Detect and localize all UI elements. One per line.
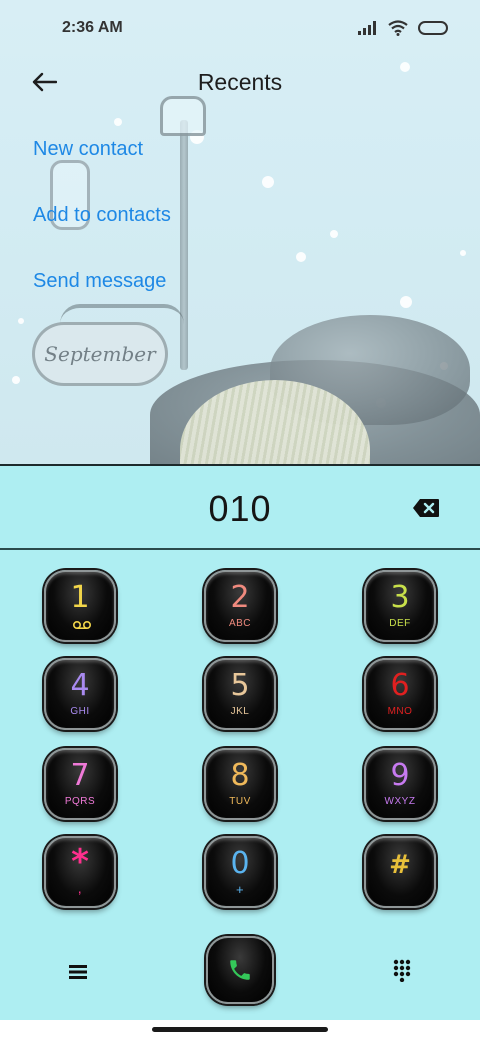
dialed-number[interactable]: 010 <box>0 488 480 530</box>
key-6[interactable]: 6 MNO <box>364 658 436 730</box>
status-bar: 2:36 AM <box>0 0 480 56</box>
send-message-link[interactable]: Send message <box>33 264 171 330</box>
key-8[interactable]: 8 TUV <box>204 748 276 820</box>
key-letters: DEF <box>389 618 411 629</box>
key-digit: 6 <box>390 668 410 703</box>
page-title: Recents <box>197 68 283 95</box>
key-digit: 4 <box>70 668 90 703</box>
key-digit: * <box>71 842 89 882</box>
key-digit: 3 <box>390 580 410 615</box>
phone-icon <box>230 960 250 980</box>
key-letters: ABC <box>228 618 252 629</box>
key-digit: # <box>389 850 411 880</box>
back-button[interactable] <box>26 66 62 98</box>
call-button[interactable] <box>206 936 274 1004</box>
battery-icon <box>418 21 448 35</box>
dialer-bottom-row <box>0 936 480 1008</box>
add-to-contacts-link[interactable]: Add to contacts <box>33 198 171 264</box>
wallpaper-sign: September <box>32 322 168 386</box>
key-digit: 2 <box>230 580 250 615</box>
key-7[interactable]: 7 PQRS <box>44 748 116 820</box>
key-digit: 1 <box>70 580 90 615</box>
key-1[interactable]: 1 <box>44 570 116 642</box>
key-letters: WXYZ <box>384 796 416 807</box>
hamburger-menu-icon[interactable] <box>66 960 90 984</box>
dialpad-icon[interactable] <box>390 958 414 982</box>
key-letters: + <box>235 882 245 897</box>
backspace-icon[interactable] <box>412 498 440 518</box>
key-digit: 9 <box>390 758 410 793</box>
navigation-bar <box>0 1020 480 1040</box>
key-letters: , <box>77 880 83 896</box>
wifi-icon <box>388 20 408 36</box>
new-contact-link[interactable]: New contact <box>33 132 171 198</box>
key-4[interactable]: 4 GHI <box>44 658 116 730</box>
key-0[interactable]: 0 + <box>204 836 276 908</box>
key-letters: JKL <box>230 706 250 717</box>
key-9[interactable]: 9 WXYZ <box>364 748 436 820</box>
key-digit: 5 <box>230 668 250 703</box>
signal-icon <box>358 21 376 35</box>
key-letters: MNO <box>387 706 413 717</box>
home-indicator[interactable] <box>152 1027 328 1032</box>
key-letters: GHI <box>70 706 90 717</box>
key-hash[interactable]: # <box>364 836 436 908</box>
voicemail-icon <box>72 620 92 630</box>
key-letters: TUV <box>229 796 251 807</box>
key-2[interactable]: 2 ABC <box>204 570 276 642</box>
key-digit: 8 <box>230 758 250 793</box>
key-letters: PQRS <box>64 796 96 807</box>
key-digit: 7 <box>70 758 90 793</box>
arrow-left-icon <box>32 72 57 92</box>
action-menu: New contact Add to contacts Send message <box>33 132 171 330</box>
dialer-panel: 010 1 2 ABC 3 DEF 4 GHI 5 JKL 6 MNO 7 PQ… <box>0 464 480 1020</box>
key-digit: 0 <box>230 846 250 881</box>
key-5[interactable]: 5 JKL <box>204 658 276 730</box>
number-display: 010 <box>0 466 480 550</box>
wallpaper-lamp-post <box>180 120 188 370</box>
status-time: 2:36 AM <box>62 19 123 36</box>
key-3[interactable]: 3 DEF <box>364 570 436 642</box>
header: Recents <box>0 56 480 108</box>
status-icons <box>358 20 448 36</box>
key-star[interactable]: * , <box>44 836 116 908</box>
